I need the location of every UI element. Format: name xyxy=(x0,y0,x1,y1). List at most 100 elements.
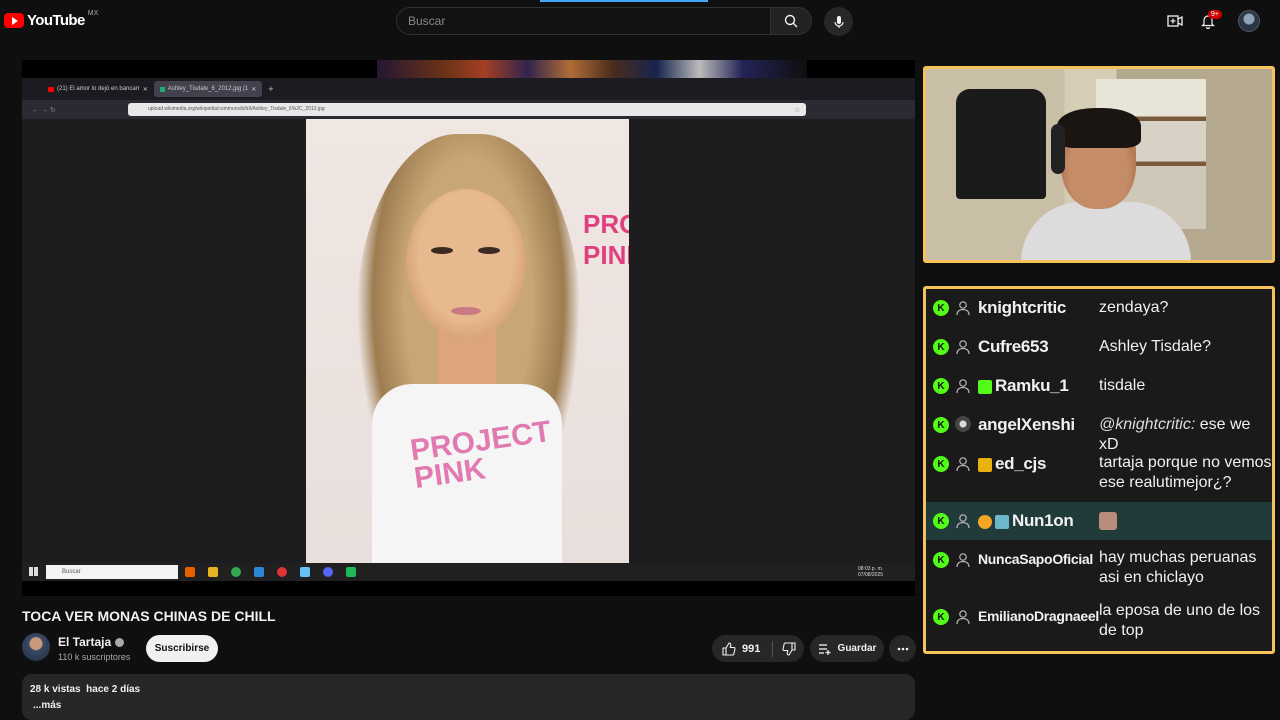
photo-face xyxy=(406,189,526,339)
streamer-body xyxy=(1021,202,1191,260)
video-title: TOCA VER MONAS CHINAS DE CHILL xyxy=(22,608,276,624)
search-box[interactable] xyxy=(396,7,770,35)
chat-username: Nun1on xyxy=(1012,511,1074,530)
gift-badge-icon xyxy=(978,379,992,394)
channel-name-row[interactable]: El Tartaja xyxy=(58,635,125,649)
video-player[interactable]: (21) El amor lo dejó en bancarr ✕ Ashley… xyxy=(22,60,915,596)
browser-tab-active[interactable]: Ashley_Tisdale_6_2012.jpg (1 ✕ xyxy=(153,81,263,97)
like-dislike-group: 991 xyxy=(712,635,804,662)
ccleaner-icon[interactable] xyxy=(254,567,264,577)
windows-start-icon[interactable] xyxy=(29,567,38,576)
app-icon[interactable] xyxy=(346,567,356,577)
new-tab-icon[interactable]: + xyxy=(268,84,273,94)
chat-message: K knightcritic zendaya? xyxy=(926,289,1272,327)
browser-address-bar: ← → ↻ upload.wikimedia.org/wikipedia/com… xyxy=(22,100,915,119)
firefox-icon[interactable] xyxy=(185,567,195,577)
close-icon[interactable]: ✕ xyxy=(251,86,256,93)
user-avatar-icon xyxy=(955,416,971,432)
chat-message: K ed_cjs tartaja porque no vemos ese rea… xyxy=(926,445,1272,501)
description-box[interactable]: 28 k vistas hace 2 días ...más xyxy=(22,674,915,720)
dislike-icon xyxy=(781,641,796,656)
photo-eye xyxy=(431,247,453,254)
user-icon xyxy=(956,553,970,568)
region-code: MX xyxy=(87,10,99,17)
chat-message: K NuncaSapoOficial hay muchas peruanas a… xyxy=(926,541,1272,597)
save-label: Guardar xyxy=(837,643,877,654)
photo-shirt: PROJECT PINK xyxy=(372,384,562,563)
kick-icon: K xyxy=(933,417,949,433)
channel-name[interactable]: El Tartaja xyxy=(58,635,111,649)
show-more-link[interactable]: ...más xyxy=(33,700,907,711)
chat-message: K EmilianoDragnaeel la eposa de uno de l… xyxy=(926,598,1272,654)
close-icon[interactable]: ✕ xyxy=(143,86,148,93)
displayed-photo: PROJECT PINK PROJECT PINK xyxy=(306,119,629,563)
steam-icon[interactable] xyxy=(300,567,310,577)
channel-avatar[interactable] xyxy=(22,633,50,661)
chat-message: K Cufre653 Ashley Tisdale? xyxy=(926,328,1272,366)
upload-age: hace 2 días xyxy=(86,684,141,695)
emote-badge-icon xyxy=(995,514,1009,529)
taskbar-search[interactable]: Buscar xyxy=(46,565,178,579)
obs-icon[interactable] xyxy=(277,567,287,577)
loading-bar xyxy=(540,0,708,2)
notification-badge: 9+ xyxy=(1208,10,1222,19)
view-count: 28 k vistas xyxy=(30,684,81,695)
create-button[interactable] xyxy=(1165,11,1185,31)
mic-icon xyxy=(833,15,844,28)
webcam-overlay xyxy=(923,66,1275,263)
subscribe-button[interactable]: Suscribirse xyxy=(146,635,218,662)
chat-mention: @knightcritic: xyxy=(1099,416,1196,433)
more-icon xyxy=(897,647,908,650)
more-actions-button[interactable] xyxy=(889,635,916,662)
chat-username-row: ed_cjs xyxy=(978,454,1046,474)
search-button[interactable] xyxy=(770,7,812,35)
discord-icon[interactable] xyxy=(323,567,333,577)
chat-text: tartaja porque no vemos ese realutimejor… xyxy=(1099,454,1272,491)
search-input[interactable] xyxy=(408,14,770,28)
chat-username-row: Ramku_1 xyxy=(978,376,1069,396)
save-icon xyxy=(818,643,831,655)
account-avatar[interactable] xyxy=(1238,10,1260,32)
save-button[interactable]: Guardar xyxy=(810,635,884,662)
star-icon[interactable]: ☆ xyxy=(794,106,800,114)
kick-icon: K xyxy=(933,339,949,355)
chat-username: NuncaSapoOficial xyxy=(978,551,1094,567)
create-icon xyxy=(1167,15,1183,27)
search-icon xyxy=(784,14,798,28)
browser-tab-label: (21) El amor lo dejó en bancarr xyxy=(57,86,140,92)
shirt-print: PROJECT PINK xyxy=(408,414,554,496)
kick-icon: K xyxy=(933,513,949,529)
browser-tab-label: Ashley_Tisdale_6_2012.jpg (1 xyxy=(167,86,249,92)
chat-message-highlighted: K Nun1on xyxy=(926,502,1272,540)
folder-icon[interactable] xyxy=(208,567,218,577)
chat-text: tisdale xyxy=(1099,377,1146,394)
kick-icon: K xyxy=(933,609,949,625)
sub-badge-icon xyxy=(978,514,992,529)
browser-page: PROJECT PINK PROJECT PINK xyxy=(22,119,915,563)
chat-username: EmilianoDragnaeel xyxy=(978,608,1099,624)
browser-tab-strip: (21) El amor lo dejó en bancarr ✕ Ashley… xyxy=(22,78,915,100)
like-button[interactable]: 991 xyxy=(712,635,772,662)
chat-username: angelXenshi xyxy=(978,415,1075,434)
taskbar-date: 07/08/2025 xyxy=(858,572,884,578)
streamer-hair xyxy=(1057,108,1141,148)
windows-taskbar: Buscar 08:03 p. m. 07/08/2025 xyxy=(22,563,915,581)
like-count: 991 xyxy=(742,642,761,655)
dislike-button[interactable] xyxy=(773,635,804,662)
kick-icon: K xyxy=(933,552,949,568)
backdrop-logo: PROJECT PINK xyxy=(583,209,629,270)
youtube-logo[interactable]: YouTube MX xyxy=(4,10,99,29)
browser-tab[interactable]: (21) El amor lo dejó en bancarr ✕ xyxy=(42,81,154,97)
chat-text: Ashley Tisdale? xyxy=(1099,338,1212,355)
view-meta: 28 k vistas hace 2 días xyxy=(30,684,907,695)
back-icon[interactable]: ← → ↻ xyxy=(32,106,56,114)
chat-text: zendaya? xyxy=(1099,299,1169,316)
headphones xyxy=(1051,124,1065,174)
chat-text: hay muchas peruanas asi en chiclayo xyxy=(1099,549,1257,586)
kick-icon: K xyxy=(933,300,949,316)
chrome-icon[interactable] xyxy=(231,567,241,577)
user-icon xyxy=(956,457,970,472)
user-icon xyxy=(956,514,970,529)
voice-search-button[interactable] xyxy=(824,7,853,36)
url-field[interactable]: upload.wikimedia.org/wikipedia/commons/b… xyxy=(128,103,806,116)
